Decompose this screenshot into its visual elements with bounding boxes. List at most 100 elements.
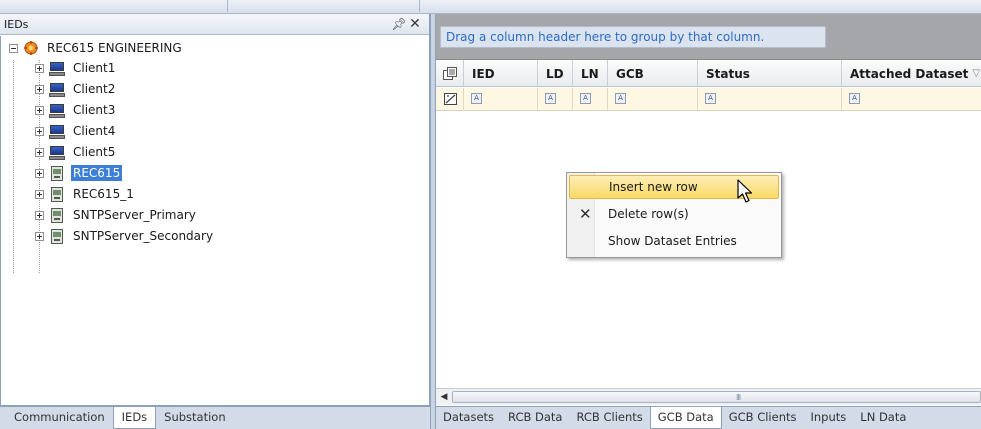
tree-item-client1[interactable]: Client1 <box>35 59 117 77</box>
expand-toggle[interactable] <box>35 63 44 73</box>
tab-communication[interactable]: Communication <box>6 407 113 428</box>
toolbar-segment <box>0 0 228 12</box>
column-header-ied[interactable]: IED <box>464 60 538 87</box>
ied-device-icon <box>49 228 65 244</box>
tab-rcb-data[interactable]: RCB Data <box>501 407 569 428</box>
filter-operator-icon[interactable]: A <box>615 93 626 104</box>
filter-operator-icon[interactable]: A <box>849 93 860 104</box>
column-header-ld[interactable]: LD <box>538 60 573 87</box>
tab-gcb-clients[interactable]: GCB Clients <box>722 407 804 428</box>
tree-item-label: Client4 <box>73 124 116 138</box>
tree-connector <box>13 60 14 273</box>
filter-operator-icon[interactable]: A <box>471 93 482 104</box>
collapse-toggle[interactable] <box>9 43 18 53</box>
client-computer-icon <box>49 82 65 97</box>
tab-ln-data[interactable]: LN Data <box>853 407 913 428</box>
right-panel-tabs: Datasets RCB Data RCB Clients GCB Data G… <box>436 406 981 429</box>
menu-item-show-dataset-entries[interactable]: Show Dataset Entries <box>569 229 779 253</box>
tree-item-rec615-1[interactable]: REC615_1 <box>35 185 136 203</box>
client-computer-icon <box>49 124 65 139</box>
toolbar-segment <box>228 0 420 12</box>
left-panel-tabs: Communication IEDs Substation <box>0 406 430 429</box>
expand-toggle[interactable] <box>35 168 44 178</box>
group-by-area[interactable]: Drag a column header here to group by th… <box>436 14 981 60</box>
expand-toggle[interactable] <box>35 210 44 220</box>
expand-toggle[interactable] <box>35 105 44 115</box>
filter-cell-ln[interactable]: A <box>573 88 608 111</box>
ieds-panel-header: IEDs 📌︎ ✕ <box>0 14 429 35</box>
expand-toggle[interactable] <box>35 147 44 157</box>
group-by-hint: Drag a column header here to group by th… <box>440 26 826 48</box>
ieds-tree: REC615 ENGINEERING Client1 Client2 Clien… <box>0 36 430 406</box>
filter-cell-ld[interactable]: A <box>538 88 573 111</box>
column-header-ln[interactable]: LN <box>573 60 608 87</box>
tree-item-rec615[interactable]: REC615 <box>35 164 123 182</box>
filter-cell-attached-dataset[interactable]: A <box>842 88 981 111</box>
expand-toggle[interactable] <box>35 84 44 94</box>
tree-item-client2[interactable]: Client2 <box>35 80 117 98</box>
tab-ieds[interactable]: IEDs <box>112 407 157 429</box>
tree-item-label: SNTPServer_Secondary <box>73 229 214 243</box>
engineering-project-icon <box>23 40 39 56</box>
ieds-panel: IEDs 📌︎ ✕ REC615 ENGINEERING Client1 Cli… <box>0 14 430 429</box>
close-icon[interactable]: ✕ <box>407 16 423 32</box>
horizontal-scrollbar[interactable]: ◀ III <box>436 388 981 405</box>
tab-substation[interactable]: Substation <box>156 407 233 428</box>
tree-item-client3[interactable]: Client3 <box>35 101 117 119</box>
client-computer-icon <box>49 61 65 76</box>
column-header-status[interactable]: Status <box>698 60 842 87</box>
filter-row-selector[interactable] <box>436 88 464 111</box>
tree-item-label: REC615_1 <box>73 187 134 201</box>
filter-operator-icon[interactable]: A <box>545 93 556 104</box>
tree-item-sntpserver-primary[interactable]: SNTPServer_Primary <box>35 206 198 224</box>
clear-filter-icon <box>444 93 457 105</box>
ieds-panel-title: IEDs <box>4 17 29 31</box>
filter-row: A A A A A A <box>436 88 981 111</box>
column-chooser-icon <box>443 67 457 80</box>
tree-item-client5[interactable]: Client5 <box>35 143 117 161</box>
top-toolbar-strip <box>0 0 981 14</box>
column-header-attached-dataset[interactable]: Attached Dataset ▽ <box>842 60 981 87</box>
tree-item-label: Client1 <box>73 61 116 75</box>
pin-icon[interactable]: 📌︎ <box>391 17 407 31</box>
scroll-left-arrow-icon[interactable]: ◀ <box>438 392 450 402</box>
column-chooser-button[interactable] <box>436 60 464 87</box>
tree-item-label: Client5 <box>73 145 116 159</box>
tree-item-label-selected: REC615 <box>71 165 123 181</box>
delete-x-icon: ✕ <box>579 205 592 223</box>
ied-device-icon <box>49 186 65 202</box>
menu-item-delete-rows[interactable]: ✕ Delete row(s) <box>569 202 779 226</box>
menu-item-label: Insert new row <box>609 180 698 194</box>
scrollbar-thumb[interactable]: III <box>452 391 981 403</box>
ied-device-icon <box>49 207 65 223</box>
mouse-pointer-icon <box>737 179 753 203</box>
filter-operator-icon[interactable]: A <box>705 93 716 104</box>
filter-funnel-icon[interactable]: ▽ <box>972 68 980 79</box>
tree-root-label: REC615 ENGINEERING <box>47 41 182 55</box>
client-computer-icon <box>49 145 65 160</box>
column-header-attached-dataset-label: Attached Dataset <box>850 66 969 81</box>
tree-root[interactable]: REC615 ENGINEERING <box>9 39 184 57</box>
filter-cell-ied[interactable]: A <box>464 88 538 111</box>
scrollbar-grip: III <box>736 393 741 402</box>
expand-toggle[interactable] <box>35 231 44 241</box>
expand-toggle[interactable] <box>35 189 44 199</box>
filter-cell-gcb[interactable]: A <box>608 88 698 111</box>
tree-item-label: Client2 <box>73 82 116 96</box>
ied-device-icon <box>49 165 65 181</box>
client-computer-icon <box>49 103 65 118</box>
column-header-gcb[interactable]: GCB <box>608 60 698 87</box>
grid-header-row: IED LD LN GCB Status Attached Dataset ▽ <box>436 60 981 87</box>
expand-toggle[interactable] <box>35 126 44 136</box>
filter-cell-status[interactable]: A <box>698 88 842 111</box>
tree-item-sntpserver-secondary[interactable]: SNTPServer_Secondary <box>35 227 215 245</box>
filter-operator-icon[interactable]: A <box>580 93 591 104</box>
tab-rcb-clients[interactable]: RCB Clients <box>569 407 649 428</box>
tree-item-client4[interactable]: Client4 <box>35 122 117 140</box>
tab-datasets[interactable]: Datasets <box>436 407 501 428</box>
tree-item-label: Client3 <box>73 103 116 117</box>
tab-inputs[interactable]: Inputs <box>804 407 854 428</box>
menu-item-label: Show Dataset Entries <box>608 234 737 248</box>
tab-gcb-data[interactable]: GCB Data <box>649 407 722 429</box>
menu-item-label: Delete row(s) <box>608 207 689 221</box>
